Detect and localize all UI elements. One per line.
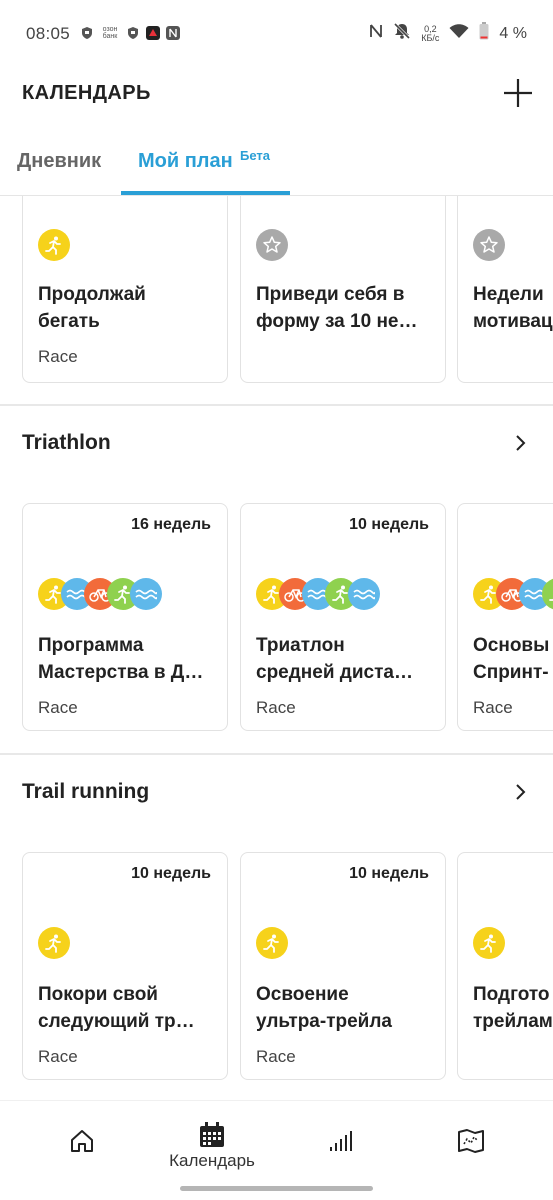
plan-card[interactable]: 10 недель Освоение ультра-трейла Race (240, 852, 446, 1080)
swim-icon (348, 578, 380, 610)
plan-card[interactable]: Основы Спринт- Race (457, 503, 553, 731)
section-divider (0, 404, 553, 406)
card-weeks: 10 недель (131, 865, 211, 882)
card-tag: Race (256, 698, 296, 717)
nav-map[interactable] (421, 1121, 521, 1181)
activity-icons (38, 229, 70, 261)
card-tag: Race (256, 1047, 296, 1066)
plan-card[interactable]: Продолжай бегать Race (22, 196, 228, 383)
map-icon (458, 1129, 484, 1153)
card-title: Покори свой следующий тр… (38, 984, 195, 1032)
beta-badge: Бета (240, 148, 270, 163)
wifi-icon (449, 23, 469, 44)
star-icon (473, 229, 505, 261)
run-icon (38, 927, 70, 959)
bank-icon: озон банк (102, 26, 118, 40)
nav-calendar[interactable]: Календарь (162, 1121, 262, 1181)
section-title-triathlon[interactable]: Triathlon (22, 431, 111, 455)
tab-indicator (121, 191, 290, 195)
nfc-status-icon (369, 23, 383, 44)
activity-icons (473, 229, 505, 261)
card-title: Освоение ультра-трейла (256, 984, 392, 1032)
nav-stats[interactable] (291, 1121, 391, 1181)
plan-card[interactable]: Приведи себя в форму за 10 не… (240, 196, 446, 383)
activity-icons (38, 578, 162, 610)
card-tag: Race (38, 347, 78, 366)
app-header: КАЛЕНДАРЬ (0, 70, 553, 120)
gesture-bar (180, 1186, 373, 1191)
shield-icon (126, 26, 140, 40)
section-title-trail-running[interactable]: Trail running (22, 780, 149, 804)
page-title: КАЛЕНДАРЬ (22, 82, 151, 104)
plan-card[interactable]: 10 недель Триатлон средней диста… Race (240, 503, 446, 731)
card-tag: Race (473, 698, 513, 717)
bottom-nav: Календарь (0, 1100, 553, 1200)
card-weeks: 16 недель (131, 516, 211, 533)
app-icon (146, 26, 160, 40)
card-title: Недели мотивац (473, 284, 553, 332)
card-title: Программа Мастерства в Д… (38, 635, 204, 683)
run-icon (473, 927, 505, 959)
chevron-right-icon[interactable] (510, 782, 530, 802)
battery-icon (479, 22, 489, 45)
shield-icon (80, 26, 94, 40)
mute-icon (393, 22, 411, 45)
star-icon (256, 229, 288, 261)
net-speed-unit: КБ/с (421, 32, 440, 43)
nfc-icon (166, 26, 180, 40)
home-icon (71, 1130, 93, 1152)
stats-icon (330, 1131, 352, 1151)
card-title: Триатлон средней диста… (256, 635, 413, 683)
activity-icons (38, 927, 70, 959)
card-title: Приведи себя в форму за 10 не… (256, 284, 418, 332)
chevron-right-icon[interactable] (510, 433, 530, 453)
plan-card[interactable]: 10 недель Покори свой следующий тр… Race (22, 852, 228, 1080)
plus-icon (504, 79, 532, 107)
tab-my-plan[interactable]: Мой план (138, 150, 233, 173)
plans-list[interactable]: Продолжай бегать Race Приведи себя в фор… (0, 196, 553, 1100)
activity-icons (473, 927, 505, 959)
battery-percent: 4 % (499, 24, 527, 42)
activity-icons (256, 578, 380, 610)
run-icon (38, 229, 70, 261)
activity-icons (256, 229, 288, 261)
status-system-icons: 0,2 КБ/с 4 % (369, 22, 527, 45)
card-tag: Race (38, 698, 78, 717)
plan-card[interactable]: Недели мотивац (457, 196, 553, 383)
net-speed: 0,2 КБ/с (421, 24, 440, 43)
card-tag: Race (38, 1047, 78, 1066)
plan-card[interactable]: Подгото трейлам (457, 852, 553, 1080)
swim-icon (130, 578, 162, 610)
run-icon (256, 927, 288, 959)
nav-label-calendar: Календарь (169, 1151, 255, 1170)
plan-card[interactable]: 16 недель Программа Мастерства в Д… Race (22, 503, 228, 731)
status-notification-icons: озон банк (80, 26, 180, 40)
nav-home[interactable] (32, 1121, 132, 1181)
card-weeks: 10 недель (349, 516, 429, 533)
activity-icons (473, 578, 553, 610)
section-divider (0, 753, 553, 755)
tab-diary[interactable]: Дневник (17, 150, 101, 173)
status-bar: 08:05 озон банк 0,2 КБ/с 4 % (0, 0, 553, 70)
card-title: Продолжай бегать (38, 284, 146, 332)
card-weeks: 10 недель (349, 865, 429, 882)
card-title: Подгото трейлам (473, 984, 553, 1032)
calendar-icon (200, 1122, 224, 1147)
tab-bar: Дневник Мой план Бета (0, 140, 553, 196)
add-button[interactable] (501, 76, 535, 110)
status-time: 08:05 (26, 24, 71, 43)
activity-icons (256, 927, 288, 959)
card-title: Основы Спринт- (473, 635, 550, 683)
